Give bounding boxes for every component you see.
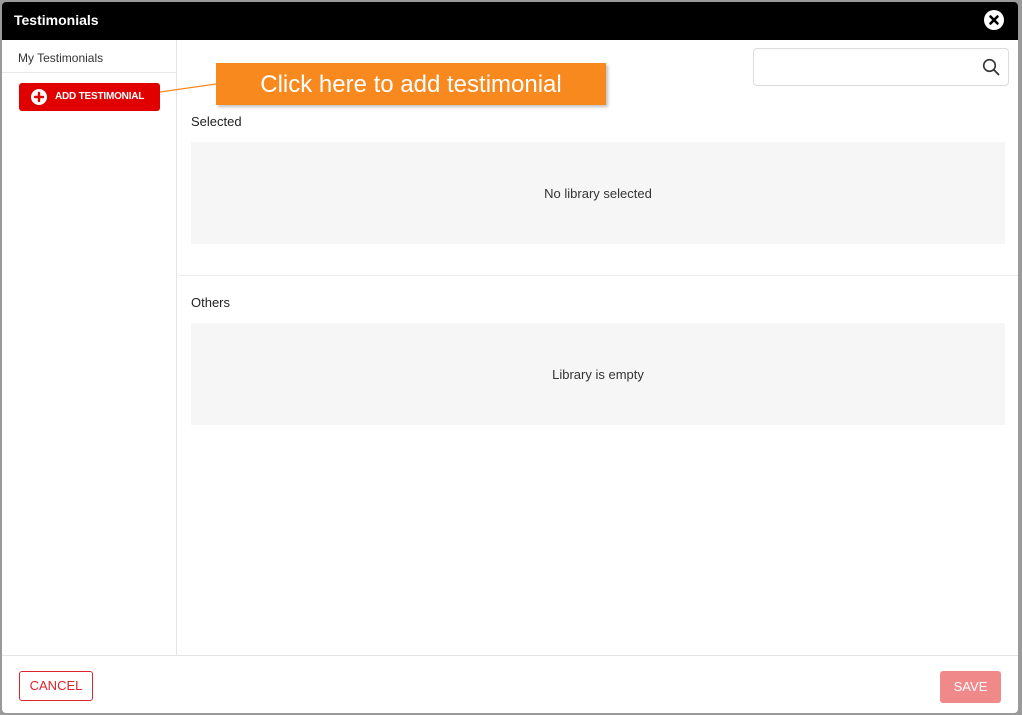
selected-section-label: Selected — [191, 114, 242, 129]
sidebar: My Testimonials ADD TESTIMONIAL — [2, 40, 177, 655]
callout-text: Click here to add testimonial — [260, 71, 562, 98]
others-library-panel: Library is empty — [191, 323, 1005, 425]
others-empty-text: Library is empty — [552, 367, 644, 382]
search-icon[interactable] — [982, 58, 1000, 76]
save-button[interactable]: SAVE — [940, 671, 1001, 703]
close-button[interactable] — [984, 10, 1004, 30]
add-testimonial-label: ADD TESTIMONIAL — [55, 91, 145, 102]
selected-empty-text: No library selected — [544, 186, 652, 201]
modal-titlebar: Testimonials — [2, 2, 1018, 40]
search-input[interactable] — [762, 57, 976, 79]
cancel-button[interactable]: CANCEL — [19, 671, 93, 701]
close-icon — [989, 15, 999, 25]
add-testimonial-button[interactable]: ADD TESTIMONIAL — [19, 83, 160, 111]
section-divider — [178, 275, 1018, 276]
testimonials-modal: Testimonials My Testimonials ADD TESTIMO… — [2, 2, 1018, 713]
tab-label: My Testimonials — [18, 51, 104, 65]
others-section-label: Others — [191, 295, 231, 310]
tutorial-callout: Click here to add testimonial — [216, 63, 606, 105]
search-box — [753, 48, 1009, 86]
tab-my-testimonials[interactable]: My Testimonials — [2, 40, 176, 73]
modal-title: Testimonials — [14, 12, 99, 28]
plus-circle-icon — [31, 89, 47, 105]
selected-library-panel: No library selected — [191, 142, 1005, 244]
modal-footer: CANCEL SAVE — [2, 655, 1018, 713]
